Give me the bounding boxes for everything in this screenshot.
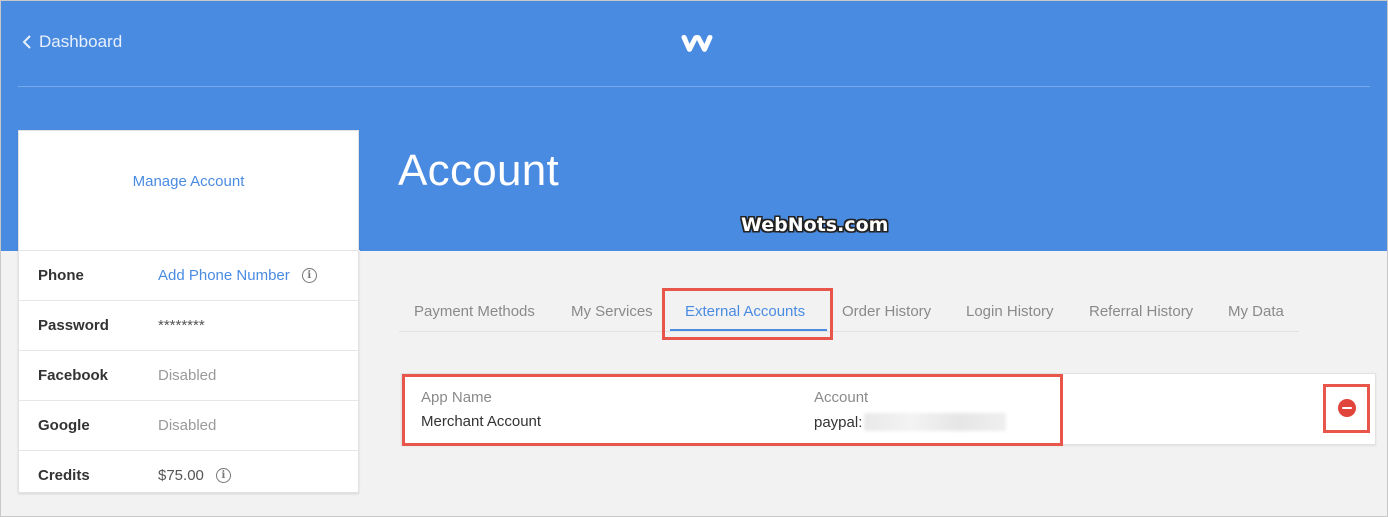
detail-row-phone: Phone Add Phone Number i — [19, 250, 360, 300]
tab-payment-methods[interactable]: Payment Methods — [414, 303, 535, 320]
tab-login-history[interactable]: Login History — [966, 303, 1054, 320]
detail-value[interactable]: Add Phone Number — [158, 267, 290, 284]
detail-label: Facebook — [38, 367, 109, 384]
detail-value: Disabled — [158, 417, 217, 434]
weebly-logo-icon[interactable] — [680, 30, 714, 61]
detail-value: ******** — [158, 317, 205, 334]
detail-row-facebook: Facebook Disabled — [19, 350, 360, 400]
account-tabs: Payment Methods My Services External Acc… — [399, 296, 1299, 332]
detail-label: Google — [38, 417, 90, 434]
detail-label: Password — [38, 317, 109, 334]
back-label: Dashboard — [39, 32, 123, 51]
highlight-box-tab — [662, 288, 833, 340]
detail-label: Phone — [38, 267, 84, 284]
detail-row-password: Password ******** — [19, 300, 360, 350]
detail-value: $75.00 — [158, 467, 204, 484]
add-phone-number-link[interactable]: Add Phone Number i — [158, 267, 317, 284]
account-summary-card: Manage Account Phone Add Phone Number i … — [18, 130, 360, 493]
highlight-box-remove-button — [1323, 384, 1370, 433]
detail-row-credits: Credits $75.00 i — [19, 450, 360, 500]
back-to-dashboard-link[interactable]: Dashboard — [22, 32, 122, 52]
tab-referral-history[interactable]: Referral History — [1089, 303, 1193, 320]
credits-value: $75.00 i — [158, 467, 231, 484]
tab-my-services[interactable]: My Services — [571, 303, 653, 320]
detail-row-google: Google Disabled — [19, 400, 360, 450]
highlight-box-account-row — [402, 374, 1063, 446]
header-divider — [18, 86, 1370, 87]
tab-order-history[interactable]: Order History — [842, 303, 931, 320]
page-title: Account — [398, 146, 560, 195]
detail-value: Disabled — [158, 367, 217, 384]
watermark-text: WebNots.com — [741, 214, 889, 236]
chevron-left-icon — [22, 35, 31, 49]
detail-label: Credits — [38, 467, 90, 484]
account-details-list: Phone Add Phone Number i Password ******… — [19, 250, 360, 500]
tab-my-data[interactable]: My Data — [1228, 303, 1284, 320]
info-icon[interactable]: i — [215, 468, 231, 483]
manage-account-link[interactable]: Manage Account — [19, 173, 358, 190]
info-icon[interactable]: i — [301, 268, 317, 283]
